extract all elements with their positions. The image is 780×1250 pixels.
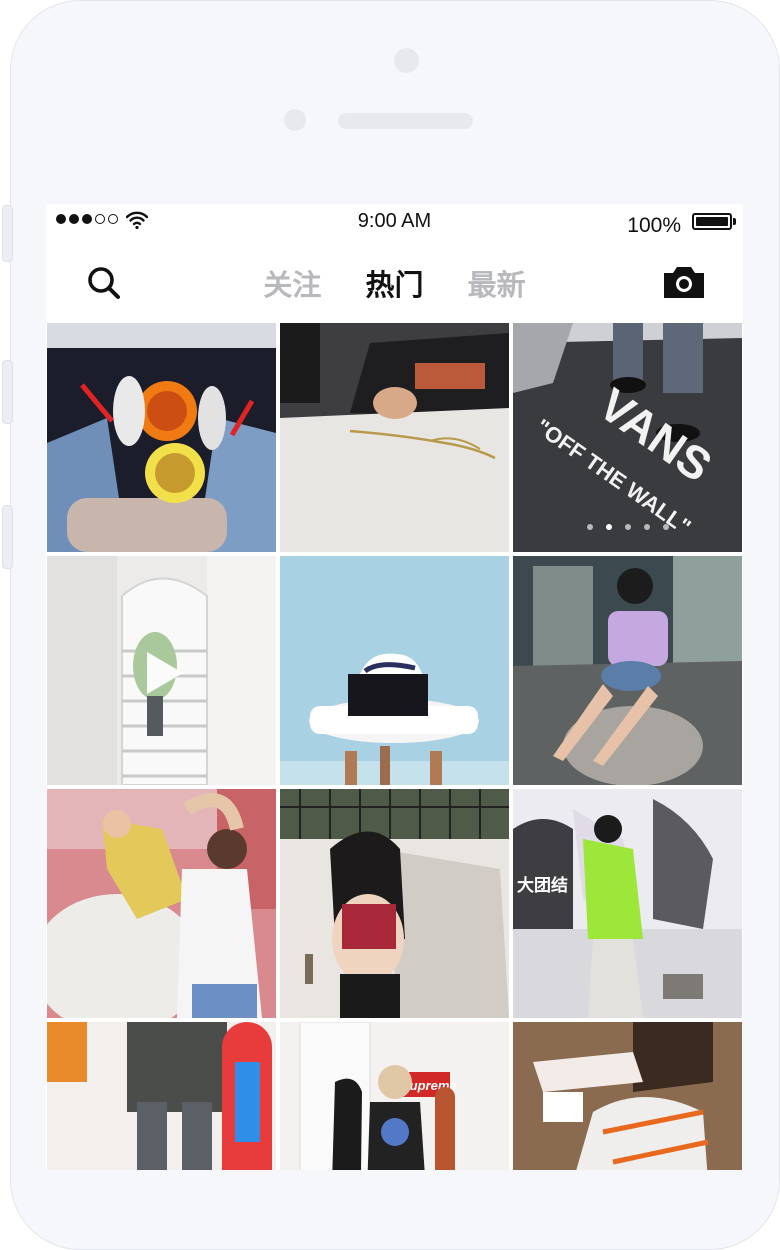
post-thumbnail[interactable]: VANS "OFF THE WALL" xyxy=(513,323,742,552)
tab-following[interactable]: 关注 xyxy=(263,262,321,304)
post-thumbnail[interactable] xyxy=(47,1022,276,1170)
post-thumbnail[interactable] xyxy=(513,1022,742,1170)
play-icon[interactable] xyxy=(141,650,187,696)
volume-down-button xyxy=(2,505,13,569)
mute-switch xyxy=(2,205,13,262)
post-thumbnail[interactable] xyxy=(513,556,742,785)
proximity-sensor xyxy=(284,109,306,131)
post-thumbnail[interactable] xyxy=(47,323,276,552)
post-thumbnail[interactable] xyxy=(280,556,509,785)
camera-icon[interactable] xyxy=(662,264,706,300)
mural-text: 大团结 xyxy=(517,875,568,896)
feed-tabs: 关注 热门 最新 xyxy=(46,262,743,304)
post-thumbnail[interactable] xyxy=(47,789,276,1018)
tab-hot[interactable]: 热门 xyxy=(365,262,423,304)
volume-up-button xyxy=(2,360,13,424)
status-bar: 9:00 AM 100% xyxy=(46,204,743,244)
tab-latest[interactable]: 最新 xyxy=(468,262,526,304)
top-navigation-bar: 关注 热门 最新 xyxy=(46,244,743,322)
battery-icon xyxy=(692,213,732,230)
front-camera xyxy=(394,48,419,73)
post-thumbnail[interactable] xyxy=(280,789,509,1018)
post-thumbnail[interactable]: 大团结 xyxy=(513,789,742,1018)
battery-percentage: 100% xyxy=(627,214,681,237)
post-thumbnail[interactable]: Supreme xyxy=(280,1022,509,1170)
battery-cap xyxy=(733,218,736,225)
app-screen: 9:00 AM 100% 关注 热门 最新 VANS "OFF THE WALL… xyxy=(46,204,743,1170)
post-thumbnail[interactable] xyxy=(47,556,276,785)
post-thumbnail[interactable] xyxy=(280,323,509,552)
earpiece-speaker xyxy=(338,113,473,129)
carousel-indicator xyxy=(513,524,742,530)
photo-grid: VANS "OFF THE WALL" 大团结 Supreme xyxy=(47,323,743,1170)
